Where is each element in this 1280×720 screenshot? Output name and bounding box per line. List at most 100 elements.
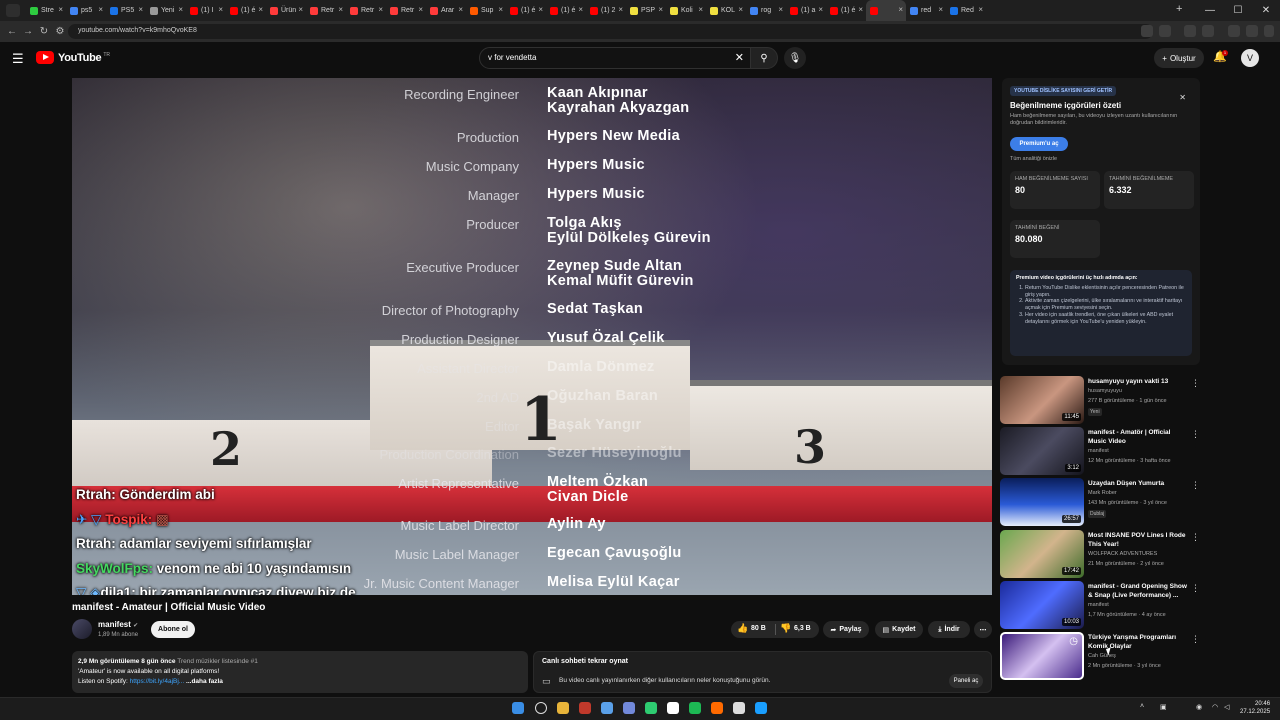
close-tab-icon[interactable]: ×: [378, 5, 383, 14]
install-app-icon[interactable]: [1141, 25, 1153, 37]
recommended-channel[interactable]: Mark Rober: [1088, 490, 1117, 496]
show-more-link[interactable]: ...daha fazla: [186, 678, 223, 685]
recommended-title[interactable]: husamyuyu yayın vakti 13: [1088, 377, 1188, 386]
chrome-icon[interactable]: [645, 702, 657, 714]
close-tab-icon[interactable]: ×: [858, 5, 863, 14]
forward-icon[interactable]: →: [20, 26, 36, 37]
app-icon[interactable]: [601, 702, 613, 714]
video-thumbnail[interactable]: 26:57: [1000, 478, 1084, 526]
browser-tab[interactable]: Red ×: [946, 0, 986, 21]
close-window-icon[interactable]: ✕: [1252, 0, 1280, 21]
spotify-icon[interactable]: [689, 702, 701, 714]
recommended-title[interactable]: Türkiye Yarışma Programları Komik Olayla…: [1088, 633, 1188, 651]
file-explorer-icon[interactable]: [557, 702, 569, 714]
close-tab-icon[interactable]: ×: [418, 5, 423, 14]
recommended-video[interactable]: 17:42 Most INSANE POV Lines I Rode This Y…: [1000, 530, 1200, 578]
discord-icon[interactable]: [623, 702, 635, 714]
browser-tab[interactable]: PS5 ×: [106, 0, 146, 21]
channel-avatar[interactable]: [72, 619, 92, 639]
clear-search-icon[interactable]: ✕: [735, 51, 744, 64]
tray-app-icon[interactable]: ▣: [1160, 703, 1167, 711]
minimize-icon[interactable]: —: [1196, 0, 1224, 21]
save-button[interactable]: ▤ Kaydet: [875, 621, 923, 638]
close-tab-icon[interactable]: ×: [618, 5, 623, 14]
close-tab-icon[interactable]: ×: [218, 5, 223, 14]
create-button[interactable]: + Oluştur: [1154, 48, 1204, 68]
description-box[interactable]: 2,9 Mn görüntüleme 8 gün önce Trend müzi…: [72, 651, 528, 693]
close-panel-icon[interactable]: ✕: [1179, 93, 1186, 102]
search-icon[interactable]: [535, 702, 547, 714]
video-options-icon[interactable]: ⋮: [1191, 532, 1200, 543]
tray-app-icon[interactable]: ◉: [1196, 703, 1202, 711]
browser-tab[interactable]: (1) a ×: [786, 0, 826, 21]
tray-chevron-icon[interactable]: ˄: [1140, 703, 1144, 710]
browser-tab[interactable]: Sup ×: [466, 0, 506, 21]
taskbar-clock[interactable]: 20:46 27.12.2025: [1240, 700, 1270, 716]
close-tab-icon[interactable]: ×: [978, 5, 983, 14]
close-tab-icon[interactable]: ×: [698, 5, 703, 14]
youtube-logo[interactable]: YouTube TR: [36, 51, 110, 64]
browser-tab[interactable]: Koli ×: [666, 0, 706, 21]
recommended-video[interactable]: ◷ Türkiye Yarışma Programları Komik Olayl…: [1000, 632, 1200, 680]
steam-icon[interactable]: [755, 702, 767, 714]
browser-menu-icon[interactable]: [1264, 25, 1274, 37]
bookmark-star-icon[interactable]: [1159, 25, 1171, 37]
video-thumbnail[interactable]: 10:03: [1000, 581, 1084, 629]
browser-tab[interactable]: ps5 ×: [66, 0, 106, 21]
close-tab-icon[interactable]: ×: [738, 5, 743, 14]
video-thumbnail[interactable]: 17:42: [1000, 530, 1084, 578]
browser-tab[interactable]: (1) 2 ×: [586, 0, 626, 21]
extension-icon[interactable]: [1184, 25, 1196, 37]
close-tab-icon[interactable]: ×: [178, 5, 183, 14]
sidebar-icon[interactable]: [1228, 25, 1240, 37]
search-input[interactable]: v for vendetta ✕: [479, 47, 751, 69]
close-tab-icon[interactable]: ×: [498, 5, 503, 14]
search-button[interactable]: ⚲: [750, 47, 778, 69]
recommended-channel[interactable]: manifest: [1088, 448, 1109, 454]
recommended-video[interactable]: 26:57 Uzaydan Düşen Yumurta Mark Rober 143 …: [1000, 478, 1200, 526]
spotify-link[interactable]: https://bit.ly/4ajBj...: [130, 678, 185, 685]
browser-tab[interactable]: Ürün ×: [266, 0, 306, 21]
browser-tab[interactable]: KOL ×: [706, 0, 746, 21]
video-options-icon[interactable]: ⋮: [1191, 634, 1200, 645]
like-icon[interactable]: 👍: [737, 623, 748, 634]
more-actions-button[interactable]: ⋯: [974, 621, 992, 638]
preview-analytics-link[interactable]: Tüm analitiği önizle: [1010, 156, 1057, 162]
browser-tab[interactable]: Arar ×: [426, 0, 466, 21]
close-tab-icon[interactable]: ×: [338, 5, 343, 14]
video-options-icon[interactable]: ⋮: [1191, 583, 1200, 594]
browser-tab[interactable]: Stre ×: [26, 0, 66, 21]
channel-name[interactable]: manifest ✔: [98, 620, 138, 629]
dislike-count[interactable]: 6,3 B: [794, 625, 811, 632]
url-input[interactable]: youtube.com/watch?v=k9mhoQvoKE8: [68, 24, 1153, 39]
trend-label[interactable]: Trend müzikler listesinde #1: [177, 658, 258, 665]
voice-search-button[interactable]: 🎙: [784, 47, 806, 69]
close-tab-icon[interactable]: ×: [258, 5, 263, 14]
browser-tab[interactable]: ×: [866, 0, 906, 21]
browser-tab[interactable]: (1) é ×: [826, 0, 866, 21]
new-tab-button[interactable]: +: [1176, 3, 1182, 15]
recommended-title[interactable]: manifest - Amatör | Official Music Video: [1088, 428, 1188, 446]
app-icon[interactable]: [579, 702, 591, 714]
watch-later-icon[interactable]: ◷: [1069, 636, 1078, 647]
close-tab-icon[interactable]: ×: [898, 5, 903, 14]
video-thumbnail[interactable]: ◷: [1000, 632, 1084, 680]
app-icon[interactable]: [667, 702, 679, 714]
browser-tab[interactable]: Retr ×: [386, 0, 426, 21]
close-tab-icon[interactable]: ×: [818, 5, 823, 14]
recommended-video[interactable]: 3:12 manifest - Amatör | Official Music V…: [1000, 427, 1200, 475]
like-count[interactable]: 80 B: [751, 625, 766, 632]
close-tab-icon[interactable]: ×: [58, 5, 63, 14]
video-thumbnail[interactable]: 3:12: [1000, 427, 1084, 475]
start-menu-icon[interactable]: [512, 702, 524, 714]
close-tab-icon[interactable]: ×: [458, 5, 463, 14]
recommended-title[interactable]: Uzaydan Düşen Yumurta: [1088, 479, 1188, 488]
close-tab-icon[interactable]: ×: [938, 5, 943, 14]
recommended-video[interactable]: 10:03 manifest - Grand Opening Show & Sna…: [1000, 581, 1200, 629]
reload-icon[interactable]: ↻: [36, 26, 52, 37]
close-tab-icon[interactable]: ×: [538, 5, 543, 14]
recommended-title[interactable]: manifest - Grand Opening Show & Snap (Li…: [1088, 582, 1188, 600]
close-tab-icon[interactable]: ×: [138, 5, 143, 14]
close-tab-icon[interactable]: ×: [98, 5, 103, 14]
close-tab-icon[interactable]: ×: [298, 5, 303, 14]
